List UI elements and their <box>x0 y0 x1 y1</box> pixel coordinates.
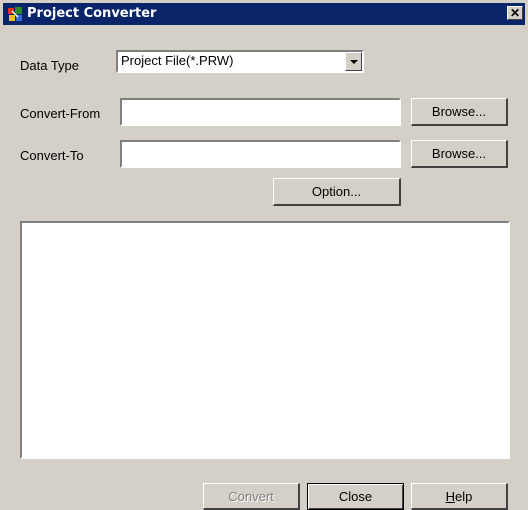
help-label-rest: elp <box>455 489 473 504</box>
conversion-log-list[interactable] <box>20 221 510 459</box>
convert-to-label: Convert-To <box>20 148 84 163</box>
project-converter-app-icon <box>8 7 22 21</box>
convert-to-input[interactable] <box>120 140 401 168</box>
title-bar[interactable]: Project Converter ✕ <box>3 3 525 25</box>
convert-from-browse-button[interactable]: Browse... <box>411 98 508 126</box>
title-close-button[interactable]: ✕ <box>507 6 523 20</box>
convert-button[interactable]: Convert <box>203 483 300 510</box>
help-mnemonic: H <box>445 489 456 504</box>
data-type-value: Project File(*.PRW) <box>121 53 234 68</box>
convert-from-input[interactable] <box>120 98 401 126</box>
chevron-down-icon <box>350 60 358 64</box>
help-button[interactable]: Help <box>411 483 508 510</box>
project-converter-window: Project Converter ✕ Data Type Project Fi… <box>0 0 528 510</box>
close-button[interactable]: Close <box>307 483 404 510</box>
data-type-select[interactable]: Project File(*.PRW) <box>116 50 364 73</box>
option-button[interactable]: Option... <box>273 178 401 206</box>
data-type-label: Data Type <box>20 58 80 73</box>
data-type-dropdown-button[interactable] <box>345 52 362 71</box>
window-title: Project Converter <box>27 6 157 21</box>
convert-from-label: Convert-From <box>20 106 101 121</box>
convert-to-browse-button[interactable]: Browse... <box>411 140 508 168</box>
close-icon: ✕ <box>509 6 521 20</box>
